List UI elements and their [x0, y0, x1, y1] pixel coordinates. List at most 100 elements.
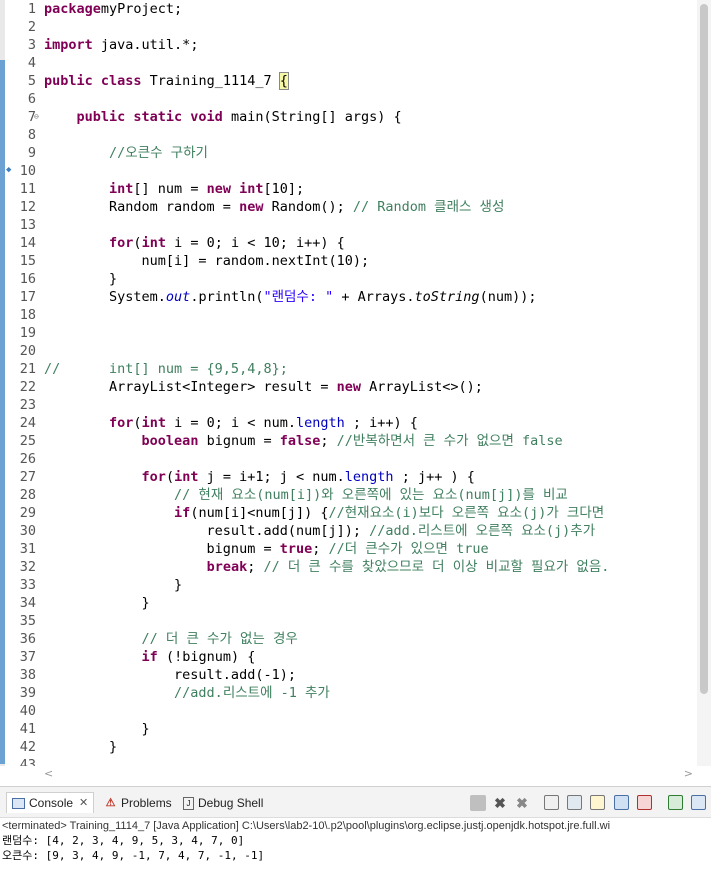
- line-number: 11: [19, 181, 36, 197]
- code-token: // int[] num = {9,5,4,8};: [44, 361, 288, 377]
- code-token: System.: [44, 289, 166, 305]
- tab-console[interactable]: Console ✕: [6, 792, 95, 813]
- code-line[interactable]: for(int j = i+1; j < num.length ; j++ ) …: [44, 468, 475, 486]
- code-line[interactable]: }: [44, 270, 117, 288]
- code-line[interactable]: int[] num = new int[10];: [44, 180, 304, 198]
- scroll-thumb[interactable]: [700, 4, 708, 694]
- code-line[interactable]: for(int i = 0; i < num.length ; i++) {: [44, 414, 418, 432]
- code-line[interactable]: public class Training_1114_7 {: [44, 72, 289, 90]
- code-line[interactable]: //add.리스트에 -1 추가: [44, 684, 330, 702]
- code-line[interactable]: result.add(num[j]); //add.리스트에 오른쪽 요소(j)…: [44, 522, 596, 540]
- line-number: 1: [27, 1, 36, 17]
- terminate-icon[interactable]: [470, 795, 486, 811]
- code-line[interactable]: Random random = new Random(); // Random …: [44, 198, 504, 216]
- code-token: }: [44, 739, 118, 755]
- code-token: break: [206, 559, 248, 575]
- code-line[interactable]: boolean bignum = false; //반복하면서 큰 수가 없으면…: [44, 432, 563, 450]
- code-line[interactable]: // 현재 요소(num[i])와 오른쪽에 있는 요소(num[j])를 비교: [44, 486, 568, 504]
- code-line[interactable]: for(int i = 0; i < 10; i++) {: [44, 234, 345, 252]
- code-token: out: [165, 289, 191, 305]
- code-line[interactable]: }: [44, 594, 150, 612]
- word-wrap-icon[interactable]: [590, 795, 605, 810]
- code-token: j = i+1; j < num.: [198, 469, 345, 485]
- code-token: int: [141, 235, 166, 251]
- code-line[interactable]: ArrayList<Integer> result = new ArrayLis…: [44, 378, 483, 396]
- code-token: Random random =: [44, 199, 240, 215]
- code-token: // 현재 요소(num[i])와 오른쪽에 있는 요소(num[j])를 비교: [174, 487, 568, 503]
- close-icon[interactable]: ✕: [79, 793, 88, 813]
- fold-toggle-icon[interactable]: ⊖: [34, 112, 39, 121]
- console-panel: Console ✕ ⚠ Problems J Debug Shell ✖ ✖ <…: [0, 786, 711, 884]
- tab-problems[interactable]: ⚠ Problems: [104, 793, 172, 813]
- code-line[interactable]: }: [44, 738, 117, 756]
- display-console-icon[interactable]: [691, 795, 706, 810]
- code-token: ArrayList<Integer> result =: [44, 379, 337, 395]
- code-line[interactable]: result.add(-1);: [44, 666, 296, 684]
- code-line[interactable]: import java.util.*;: [44, 36, 198, 54]
- line-number: 22: [19, 379, 36, 395]
- scroll-left-arrow-icon[interactable]: <: [44, 767, 53, 780]
- code-line[interactable]: break; // 더 큰 수를 찾았으므로 더 이상 비교할 필요가 없음.: [44, 558, 610, 576]
- line-number: 6: [27, 91, 36, 107]
- code-editor[interactable]: 1 2 3 4 5 6 7 8 9 10 11 12 13 14 15 16 17 18 19 20 21 22 23 24 2…: [0, 0, 711, 766]
- code-line[interactable]: // int[] num = {9,5,4,8};: [44, 360, 288, 378]
- code-token: package: [44, 1, 101, 17]
- line-number: 36: [19, 631, 36, 647]
- line-number: 41: [19, 721, 36, 737]
- code-line[interactable]: public static void main(String[] args) {: [44, 108, 402, 126]
- code-token: }: [44, 721, 150, 737]
- problems-icon: ⚠: [105, 796, 116, 809]
- code-token: main(String[] args) {: [222, 109, 402, 125]
- code-token: new: [239, 199, 264, 215]
- line-number: 38: [19, 667, 36, 683]
- code-token: [10];: [263, 181, 305, 197]
- line-number: 35: [19, 613, 36, 629]
- line-number: 42: [19, 739, 36, 755]
- clear-console-icon[interactable]: [544, 795, 559, 810]
- code-token: for: [109, 235, 134, 251]
- code-line[interactable]: bignum = true; //더 큰수가 있으면 true: [44, 540, 489, 558]
- scroll-lock-icon[interactable]: [567, 795, 582, 810]
- horizontal-scrollbar[interactable]: < >: [36, 767, 697, 782]
- code-token: myProject;: [100, 1, 183, 17]
- code-line[interactable]: num[i] = random.nextInt(10);: [44, 252, 370, 270]
- line-number: 37: [19, 649, 36, 665]
- tab-debug-shell[interactable]: J Debug Shell: [183, 793, 263, 813]
- code-token: //현재요소(i)보다 오른쪽 요소(j)가 크다면: [328, 505, 605, 521]
- code-line[interactable]: //오큰수 구하기: [44, 144, 208, 162]
- code-token: // 더 큰 수를 찾았으므로 더 이상 비교할 필요가 없음.: [263, 559, 610, 575]
- vertical-scrollbar[interactable]: [697, 0, 711, 766]
- pin-console-icon[interactable]: [668, 795, 683, 810]
- code-line[interactable]: if(num[i]<num[j]) {//현재요소(i)보다 오른쪽 요소(j)…: [44, 504, 604, 522]
- code-token: //add.리스트에 -1 추가: [174, 685, 330, 701]
- show-console-output-icon[interactable]: [614, 795, 629, 810]
- line-number: 4: [27, 55, 36, 71]
- show-console-error-icon[interactable]: [637, 795, 652, 810]
- line-number: 14: [19, 235, 36, 251]
- line-number: 28: [19, 487, 36, 503]
- code-line[interactable]: }: [44, 576, 182, 594]
- code-token: public class: [44, 73, 142, 89]
- code-line[interactable]: packagemyProject;: [44, 0, 182, 18]
- scroll-right-arrow-icon[interactable]: >: [684, 767, 693, 780]
- line-number: 21: [19, 361, 36, 377]
- code-line[interactable]: System.out.println("랜덤수: " + Arrays.toSt…: [44, 288, 536, 306]
- remove-launch-icon[interactable]: ✖: [492, 795, 508, 811]
- code-line[interactable]: // 더 큰 수가 없는 경우: [44, 630, 298, 648]
- code-line[interactable]: }: [44, 720, 150, 738]
- line-number: 27: [19, 469, 36, 485]
- line-number: 19: [19, 325, 36, 341]
- remove-all-terminated-icon[interactable]: ✖: [514, 795, 530, 811]
- code-token: if: [174, 505, 191, 521]
- code-token: Training_1114_7: [141, 73, 280, 89]
- code-line[interactable]: if (!bignum) {: [44, 648, 256, 666]
- line-number: 2: [27, 19, 36, 35]
- line-number-gutter: 1 2 3 4 5 6 7 8 9 10 11 12 13 14 15 16 17 18 19 20 21 22 23 24 2…: [5, 0, 39, 766]
- code-token: (: [133, 415, 142, 431]
